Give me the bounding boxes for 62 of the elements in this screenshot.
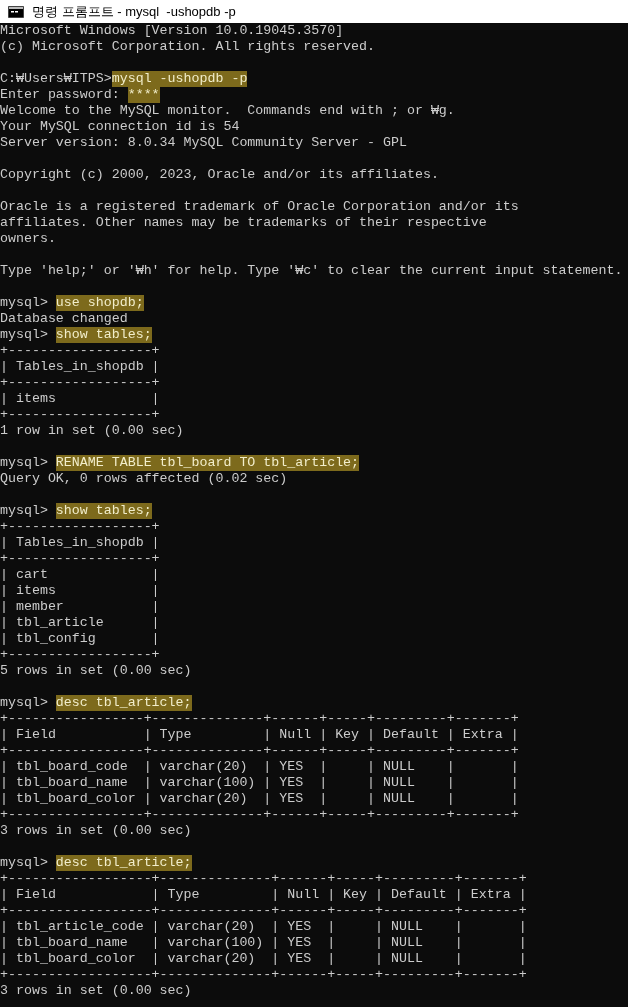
console-line: Type 'help;' or '₩h' for help. Type '₩c' to clear the current input statement.	[0, 263, 623, 279]
console-line: | tbl_article |	[0, 615, 160, 631]
console-line: Copyright (c) 2000, 2023, Oracle and/or its affiliates.	[0, 167, 439, 183]
console-line: | tbl_board_name | varchar(100) | YES | | NULL | |	[0, 935, 527, 951]
console-line: Oracle is a registered trademark of Oracle Corporation and/or its	[0, 199, 519, 215]
console-line: | tbl_board_name | varchar(100) | YES | | NULL | |	[0, 775, 519, 791]
console-line: Server version: 8.0.34 MySQL Community Server - GPL	[0, 135, 407, 151]
console-line: | cart |	[0, 567, 160, 583]
console-line: | Tables_in_shopdb |	[0, 535, 160, 551]
console-line: 3 rows in set (0.00 sec)	[0, 983, 192, 999]
command-text: use shopdb;	[55, 295, 144, 311]
console-line: | Tables_in_shopdb |	[0, 359, 160, 375]
command-text: mysql -ushopdb -p	[111, 71, 248, 87]
console-line: +------------------+--------------+------+-----+---------+-------+	[0, 967, 527, 983]
console-line: | tbl_board_color | varchar(20) | YES | | NULL | |	[0, 791, 519, 807]
console-line: Microsoft Windows [Version 10.0.19045.3570]	[0, 23, 344, 39]
console-line: +-----------------+--------------+------+-----+---------+-------+	[0, 807, 519, 823]
console-line: +------------------+--------------+------+-----+---------+-------+	[0, 871, 527, 887]
prompt-text: mysql>	[0, 455, 49, 471]
command-text: RENAME TABLE tbl_board TO tbl_article;	[55, 455, 360, 471]
console-line: 5 rows in set (0.00 sec)	[0, 663, 192, 679]
console-line: +------------------+	[0, 551, 160, 567]
console-line: affiliates. Other names may be trademarks of their respective	[0, 215, 487, 231]
console-line: (c) Microsoft Corporation. All rights reserved.	[0, 39, 376, 55]
console-line: +-----------------+--------------+------+-----+---------+-------+	[0, 711, 519, 727]
prompt-text: Enter password:	[0, 87, 121, 103]
prompt-text: mysql>	[0, 327, 49, 343]
console-line: +------------------+	[0, 647, 160, 663]
console-line: Database changed	[0, 311, 128, 327]
command-text: show tables;	[55, 327, 152, 343]
window-title: 명령 프롬프트 - mysql -ushopdb -p	[32, 2, 236, 21]
console-line: +------------------+	[0, 519, 160, 535]
console-line: | tbl_board_color | varchar(20) | YES | | NULL | |	[0, 951, 527, 967]
console-line: | items |	[0, 391, 160, 407]
console-line: +------------------+	[0, 375, 160, 391]
console-line: | member |	[0, 599, 160, 615]
console-icon	[8, 5, 24, 18]
command-text: show tables;	[55, 503, 152, 519]
prompt-text: C:₩Users₩ITPS>	[0, 71, 112, 87]
prompt-text: mysql>	[0, 695, 49, 711]
console-line: | tbl_board_code | varchar(20) | YES | | NULL | |	[0, 759, 519, 775]
prompt-text: mysql>	[0, 503, 49, 519]
console-line: | items |	[0, 583, 160, 599]
console-line: Query OK, 0 rows affected (0.02 sec)	[0, 471, 288, 487]
console-line: Your MySQL connection id is 54	[0, 119, 240, 135]
command-text: ****	[127, 87, 160, 103]
console-line: owners.	[0, 231, 56, 247]
command-text: desc tbl_article;	[55, 695, 192, 711]
console-line: Welcome to the MySQL monitor. Commands end with ; or ₩g.	[0, 103, 455, 119]
console-line: 1 row in set (0.00 sec)	[0, 423, 184, 439]
console-line: +------------------+	[0, 343, 160, 359]
console-line: +------------------+--------------+------+-----+---------+-------+	[0, 903, 527, 919]
console-line: | tbl_article_code | varchar(20) | YES | | NULL | |	[0, 919, 527, 935]
console-line: | Field | Type | Null | Key | Default | Extra |	[0, 727, 519, 743]
prompt-text: mysql>	[0, 295, 49, 311]
console-line: | tbl_config |	[0, 631, 160, 647]
console-line: | Field | Type | Null | Key | Default | Extra |	[0, 887, 527, 903]
command-text: desc tbl_article;	[55, 855, 192, 871]
console-line: +-----------------+--------------+------+-----+---------+-------+	[0, 743, 519, 759]
console-line: +------------------+	[0, 407, 160, 423]
prompt-text: mysql>	[0, 855, 49, 871]
console-line: 3 rows in set (0.00 sec)	[0, 823, 192, 839]
